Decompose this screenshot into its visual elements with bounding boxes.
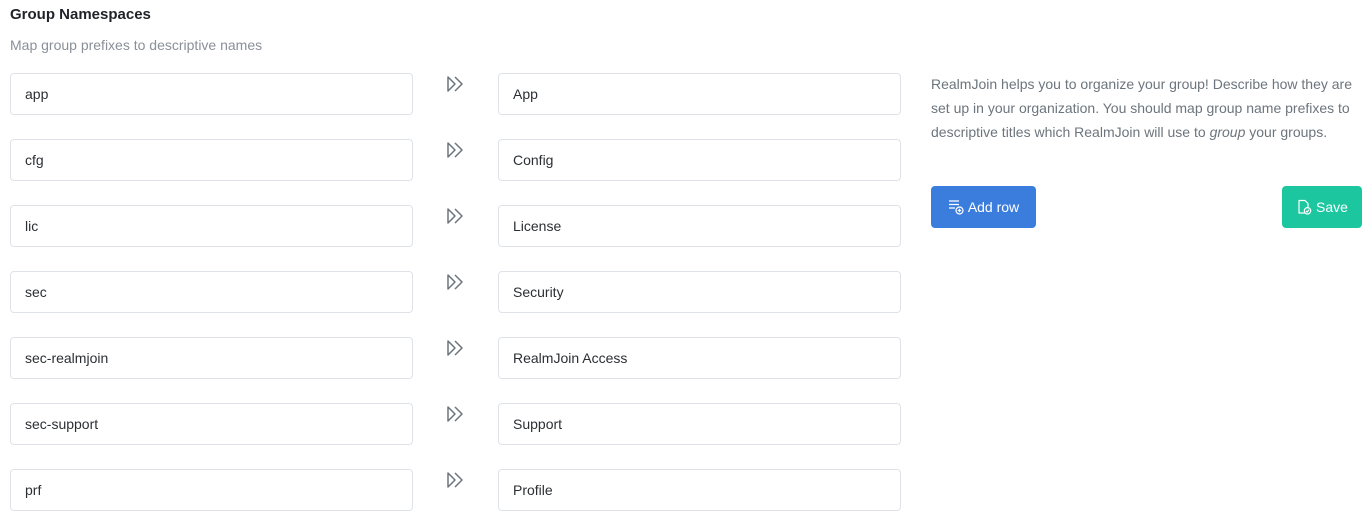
display-name-input[interactable] — [498, 403, 901, 445]
prefix-input[interactable] — [10, 469, 413, 511]
namespace-row — [0, 73, 910, 115]
prefix-input[interactable] — [10, 73, 413, 115]
double-chevron-right-icon — [447, 406, 463, 422]
double-chevron-right-icon — [447, 76, 463, 92]
namespace-row — [0, 205, 910, 247]
namespace-row — [0, 469, 910, 511]
save-button[interactable]: Save — [1282, 186, 1362, 228]
prefix-input[interactable] — [10, 271, 413, 313]
double-chevron-right-icon — [447, 472, 463, 488]
display-name-input[interactable] — [498, 73, 901, 115]
namespace-row — [0, 337, 910, 379]
help-description: RealmJoin helps you to organize your gro… — [931, 72, 1356, 144]
page-title: Group Namespaces — [10, 6, 151, 23]
double-chevron-right-icon — [447, 208, 463, 224]
prefix-input[interactable] — [10, 139, 413, 181]
page-subtitle: Map group prefixes to descriptive names — [10, 37, 263, 53]
list-add-icon — [948, 200, 964, 215]
file-check-icon — [1298, 199, 1312, 215]
add-row-label: Add row — [967, 199, 1020, 215]
double-chevron-right-icon — [447, 142, 463, 158]
display-name-input[interactable] — [498, 469, 901, 511]
add-row-button[interactable]: Add row — [931, 186, 1036, 228]
save-label: Save — [1316, 199, 1348, 215]
prefix-input[interactable] — [10, 205, 413, 247]
help-text-emphasis: group — [1209, 124, 1246, 140]
prefix-input[interactable] — [10, 337, 413, 379]
double-chevron-right-icon — [447, 274, 463, 290]
display-name-input[interactable] — [498, 139, 901, 181]
namespace-row — [0, 403, 910, 445]
namespace-row — [0, 139, 910, 181]
prefix-input[interactable] — [10, 403, 413, 445]
namespace-row — [0, 271, 910, 313]
display-name-input[interactable] — [498, 205, 901, 247]
double-chevron-right-icon — [447, 340, 463, 356]
display-name-input[interactable] — [498, 271, 901, 313]
display-name-input[interactable] — [498, 337, 901, 379]
help-text-after: your groups. — [1245, 124, 1328, 140]
